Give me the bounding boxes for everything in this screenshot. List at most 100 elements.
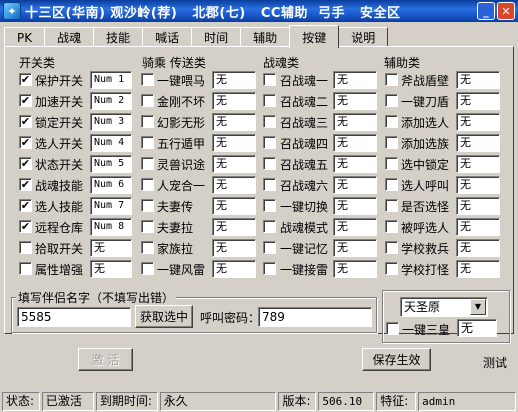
souls-checkbox[interactable] — [263, 73, 276, 86]
password-input[interactable]: 789 — [258, 307, 372, 327]
switches-hotkey-input[interactable]: Num 8 — [90, 218, 132, 236]
mounts-checkbox[interactable] — [141, 220, 154, 233]
switches-checkbox[interactable]: ✔ — [19, 136, 32, 149]
mounts-checkbox[interactable] — [141, 241, 154, 254]
assist-hotkey-input[interactable]: 无 — [456, 176, 500, 194]
assist-checkbox[interactable] — [385, 262, 398, 275]
switches-hotkey-input[interactable]: 无 — [90, 260, 132, 278]
assist-checkbox[interactable] — [385, 220, 398, 233]
switches-hotkey-input[interactable]: Num 6 — [90, 176, 132, 194]
souls-checkbox[interactable] — [263, 94, 276, 107]
switches-hotkey-input[interactable]: 无 — [90, 239, 132, 257]
assist-hotkey-input[interactable]: 无 — [456, 113, 500, 131]
tab-5[interactable]: 辅助 — [240, 27, 291, 47]
tab-6[interactable]: 按键 — [289, 25, 340, 48]
activate-button[interactable]: 激 活 — [78, 348, 133, 371]
save-button[interactable]: 保存生效 — [362, 348, 431, 371]
mounts-checkbox[interactable] — [141, 136, 154, 149]
assist-hotkey-input[interactable]: 无 — [456, 260, 500, 278]
yijian-sanhuang-input[interactable]: 无 — [457, 319, 497, 337]
assist-hotkey-input[interactable]: 无 — [456, 155, 500, 173]
tab-7[interactable]: 说明 — [338, 27, 389, 47]
tab-3[interactable]: 喊话 — [142, 27, 193, 47]
mounts-checkbox[interactable] — [141, 73, 154, 86]
switches-hotkey-input[interactable]: Num 7 — [90, 197, 132, 215]
assist-hotkey-input[interactable]: 无 — [456, 218, 500, 236]
souls-hotkey-input[interactable]: 无 — [333, 239, 377, 257]
tab-0[interactable]: PK — [4, 27, 46, 47]
mounts-hotkey-input[interactable]: 无 — [212, 239, 256, 257]
souls-hotkey-input[interactable]: 无 — [333, 92, 377, 110]
yijian-sanhuang-checkbox[interactable] — [386, 322, 399, 335]
mounts-checkbox[interactable] — [141, 199, 154, 212]
souls-checkbox[interactable] — [263, 262, 276, 275]
switches-checkbox[interactable] — [19, 241, 32, 254]
assist-hotkey-input[interactable]: 无 — [456, 239, 500, 257]
close-button[interactable]: ✕ — [497, 2, 515, 20]
switches-checkbox[interactable]: ✔ — [19, 178, 32, 191]
mounts-checkbox[interactable] — [141, 94, 154, 107]
location-select[interactable]: 天圣原 ▼ — [400, 297, 488, 317]
switches-hotkey-input[interactable]: Num 1 — [90, 71, 132, 89]
switches-checkbox[interactable] — [19, 262, 32, 275]
test-link[interactable]: 测试 — [483, 354, 507, 371]
souls-hotkey-input[interactable]: 无 — [333, 113, 377, 131]
assist-hotkey-input[interactable]: 无 — [456, 92, 500, 110]
mounts-checkbox[interactable] — [141, 157, 154, 170]
switches-checkbox[interactable]: ✔ — [19, 94, 32, 107]
mounts-hotkey-input[interactable]: 无 — [212, 218, 256, 236]
souls-checkbox[interactable] — [263, 199, 276, 212]
mounts-hotkey-input[interactable]: 无 — [212, 155, 256, 173]
chevron-down-icon[interactable]: ▼ — [470, 299, 486, 315]
souls-checkbox[interactable] — [263, 115, 276, 128]
souls-hotkey-input[interactable]: 无 — [333, 176, 377, 194]
souls-checkbox[interactable] — [263, 136, 276, 149]
mounts-checkbox[interactable] — [141, 178, 154, 191]
mounts-hotkey-input[interactable]: 无 — [212, 113, 256, 131]
switches-checkbox[interactable]: ✔ — [19, 157, 32, 170]
souls-checkbox[interactable] — [263, 157, 276, 170]
mounts-hotkey-input[interactable]: 无 — [212, 92, 256, 110]
mounts-hotkey-input[interactable]: 无 — [212, 176, 256, 194]
assist-checkbox[interactable] — [385, 73, 398, 86]
switches-checkbox[interactable]: ✔ — [19, 73, 32, 86]
switches-hotkey-input[interactable]: Num 5 — [90, 155, 132, 173]
souls-checkbox[interactable] — [263, 220, 276, 233]
mounts-hotkey-input[interactable]: 无 — [212, 71, 256, 89]
souls-hotkey-input[interactable]: 无 — [333, 197, 377, 215]
tab-4[interactable]: 时间 — [191, 27, 242, 47]
switches-hotkey-input[interactable]: Num 2 — [90, 92, 132, 110]
assist-checkbox[interactable] — [385, 115, 398, 128]
tab-2[interactable]: 技能 — [93, 27, 144, 47]
assist-hotkey-input[interactable]: 无 — [456, 71, 500, 89]
tab-1[interactable]: 战魂 — [44, 27, 95, 47]
souls-hotkey-input[interactable]: 无 — [333, 155, 377, 173]
minimize-button[interactable]: _ — [477, 2, 495, 20]
souls-checkbox[interactable] — [263, 241, 276, 254]
assist-checkbox[interactable] — [385, 157, 398, 170]
souls-checkbox[interactable] — [263, 178, 276, 191]
switches-hotkey-input[interactable]: Num 3 — [90, 113, 132, 131]
mounts-hotkey-input[interactable]: 无 — [212, 197, 256, 215]
assist-checkbox[interactable] — [385, 241, 398, 254]
assist-checkbox[interactable] — [385, 136, 398, 149]
assist-checkbox[interactable] — [385, 178, 398, 191]
partner-name-input[interactable]: 5585 — [17, 307, 131, 327]
get-selected-button[interactable]: 获取选中 — [135, 305, 193, 328]
assist-checkbox[interactable] — [385, 199, 398, 212]
assist-checkbox[interactable] — [385, 94, 398, 107]
souls-hotkey-input[interactable]: 无 — [333, 218, 377, 236]
mounts-hotkey-input[interactable]: 无 — [212, 260, 256, 278]
souls-hotkey-input[interactable]: 无 — [333, 260, 377, 278]
mounts-checkbox[interactable] — [141, 115, 154, 128]
mounts-checkbox[interactable] — [141, 262, 154, 275]
switches-checkbox[interactable]: ✔ — [19, 220, 32, 233]
switches-checkbox[interactable]: ✔ — [19, 199, 32, 212]
souls-hotkey-input[interactable]: 无 — [333, 134, 377, 152]
title-bar[interactable]: ✦ 十三区(华南) 观沙岭(荐) 北郡(七) CC辅助 弓手 安全区 _ ✕ — [0, 0, 518, 22]
mounts-hotkey-input[interactable]: 无 — [212, 134, 256, 152]
assist-hotkey-input[interactable]: 无 — [456, 197, 500, 215]
souls-hotkey-input[interactable]: 无 — [333, 71, 377, 89]
assist-hotkey-input[interactable]: 无 — [456, 134, 500, 152]
switches-checkbox[interactable]: ✔ — [19, 115, 32, 128]
